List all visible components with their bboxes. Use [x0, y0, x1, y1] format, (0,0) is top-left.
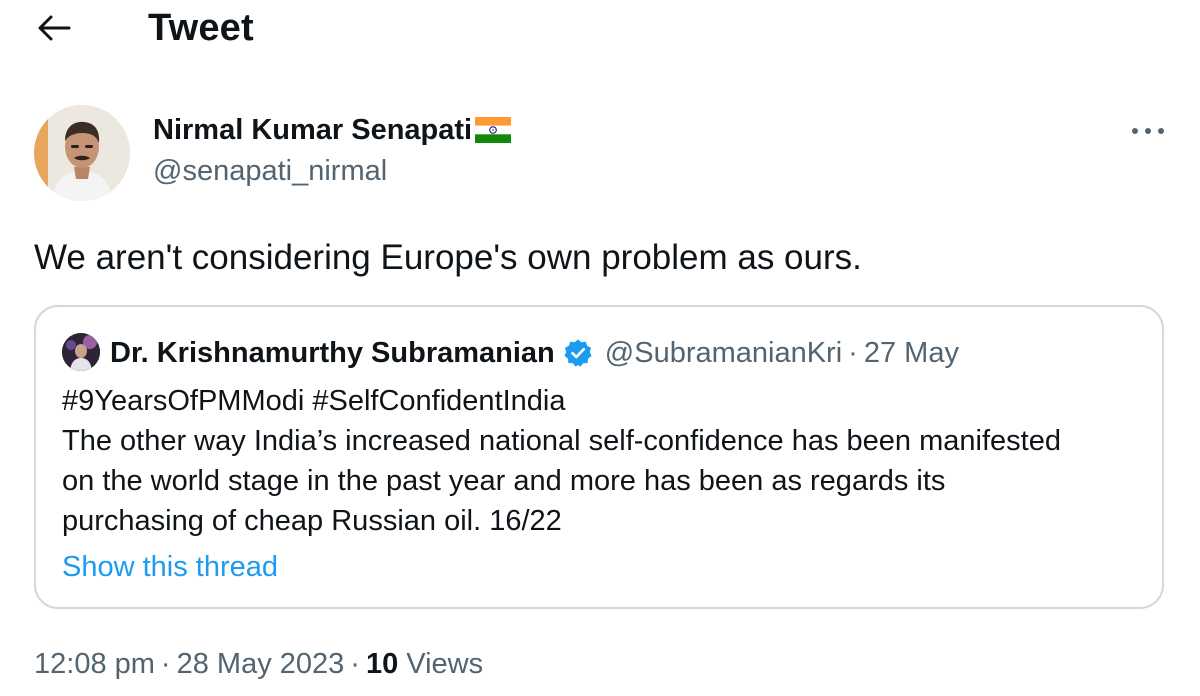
author-name-text: Nirmal Kumar Senapati — [153, 114, 473, 146]
quoted-header: Dr. Krishnamurthy Subramanian @Subramani… — [110, 333, 959, 373]
quoted-author-name[interactable]: Dr. Krishnamurthy Subramanian — [110, 333, 555, 373]
tweet-date[interactable]: 28 May 2023 — [177, 648, 345, 680]
quoted-tweet-card[interactable]: Dr. Krishnamurthy Subramanian @Subramani… — [34, 305, 1164, 609]
views-count[interactable]: 10 — [366, 648, 398, 680]
tweet-text: We aren't considering Europe's own probl… — [34, 238, 862, 277]
author-name[interactable]: Nirmal Kumar Senapati — [153, 110, 512, 150]
quoted-text-line: purchasing of cheap Russian oil. 16/22 — [62, 505, 562, 537]
tweet-time[interactable]: 12:08 pm — [34, 648, 155, 680]
quoted-text-line: #9YearsOfPMModi #SelfConfidentIndia — [62, 385, 566, 417]
tweet-page: Tweet Nirmal Kumar Senapati @senapati_ni… — [0, 0, 1200, 696]
more-options-icon — [1132, 128, 1164, 134]
avatar-image — [34, 105, 130, 201]
arrow-left-icon — [38, 15, 71, 41]
quoted-text-line: The other way India’s increased national… — [62, 425, 1061, 457]
show-thread-link[interactable]: Show this thread — [62, 547, 278, 587]
quoted-text-line: on the world stage in the past year and … — [62, 465, 946, 497]
quoted-separator: · — [848, 337, 858, 369]
meta-separator: · — [350, 648, 360, 680]
quoted-author-handle[interactable]: @SubramanianKri — [605, 333, 842, 373]
quoted-avatar-image — [62, 333, 100, 371]
top-bar: Tweet — [0, 0, 1200, 56]
india-flag-icon — [475, 117, 512, 143]
meta-separator: · — [160, 648, 171, 680]
quoted-date[interactable]: 27 May — [864, 333, 959, 373]
tweet-meta: 12:08 pm · 28 May 2023 · 10 Views — [34, 644, 483, 684]
quoted-author-avatar[interactable] — [62, 333, 100, 371]
author-avatar[interactable] — [34, 105, 130, 201]
author-handle[interactable]: @senapati_nirmal — [153, 153, 387, 189]
page-title: Tweet — [148, 7, 254, 49]
views-label: Views — [406, 648, 484, 680]
back-button[interactable] — [34, 10, 74, 46]
more-options-button[interactable] — [1124, 116, 1172, 146]
quoted-text: #9YearsOfPMModi #SelfConfidentIndia The … — [62, 381, 1152, 541]
verified-badge-icon — [564, 339, 592, 367]
